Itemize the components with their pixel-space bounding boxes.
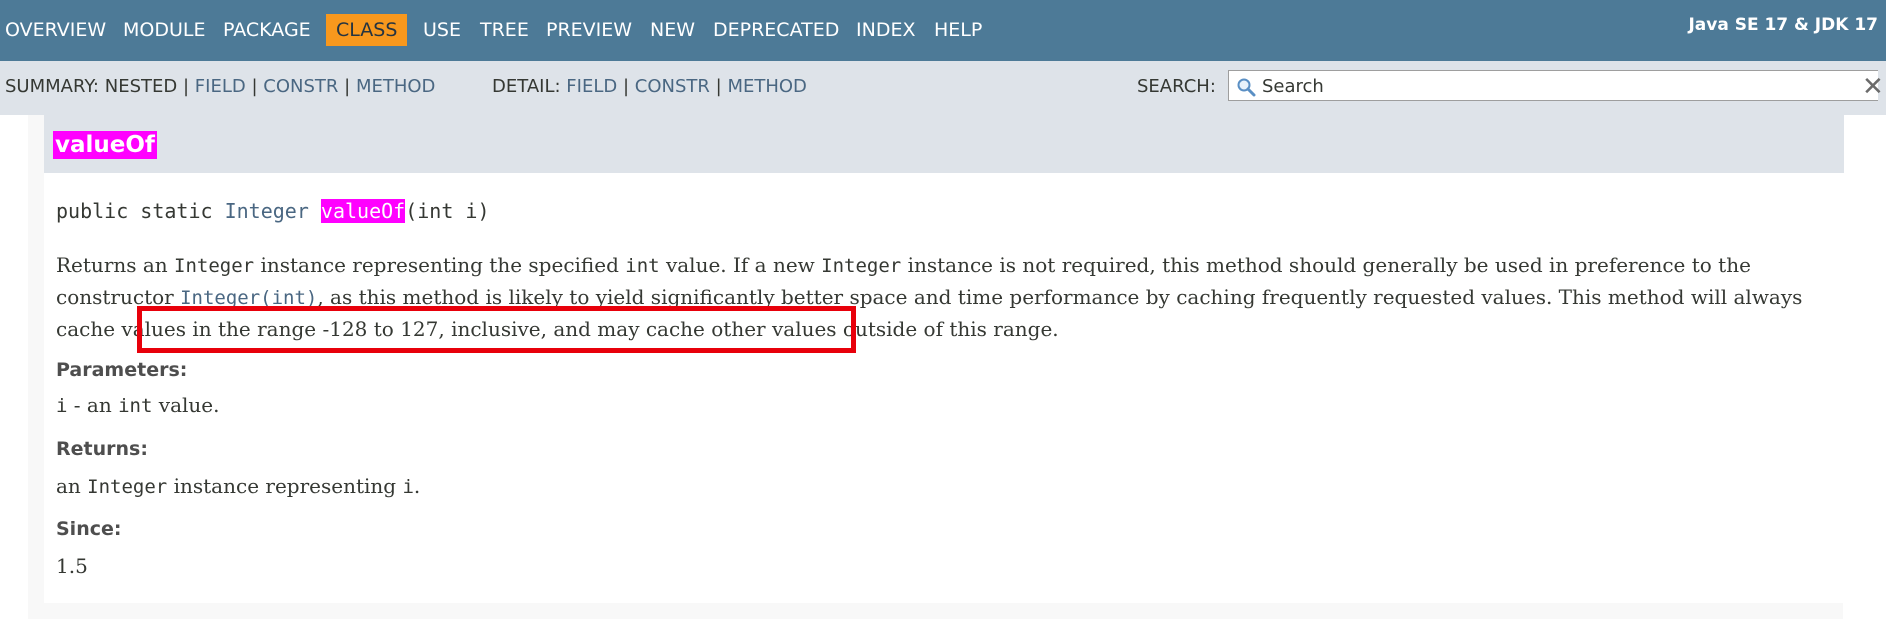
- desc-code: Integer: [821, 255, 902, 277]
- parameter-description: i - an int value.: [56, 393, 219, 417]
- returns-label: Returns:: [56, 438, 148, 460]
- nav-package[interactable]: PACKAGE: [223, 14, 311, 46]
- detail-label: DETAIL:: [492, 76, 561, 97]
- product-title: Java SE 17 & JDK 17: [1688, 15, 1878, 35]
- clear-search-icon[interactable]: ✕: [1862, 72, 1884, 102]
- method-detail-body: [44, 173, 1844, 603]
- desc-code: Integer: [174, 255, 255, 277]
- nav-index[interactable]: INDEX: [856, 14, 915, 46]
- summary-nav: SUMMARY: NESTED | FIELD | CONSTR | METHO…: [5, 76, 435, 97]
- search-input[interactable]: [1228, 70, 1878, 101]
- desc-text: instance representing the specified: [254, 253, 626, 277]
- nav-deprecated[interactable]: DEPRECATED: [713, 14, 839, 46]
- desc-text: value. If a new: [659, 253, 822, 277]
- constructor-link[interactable]: Integer(int): [180, 287, 317, 309]
- detail-field-link[interactable]: FIELD: [566, 76, 617, 97]
- since-label: Since:: [56, 518, 122, 540]
- method-title: valueOf: [53, 131, 157, 159]
- nav-class[interactable]: CLASS: [326, 14, 408, 46]
- nav-new[interactable]: NEW: [650, 14, 695, 46]
- search-placeholder: Search: [1262, 76, 1324, 97]
- detail-nav: DETAIL: FIELD | CONSTR | METHOD: [492, 76, 807, 97]
- returns-code: Integer: [87, 476, 168, 498]
- desc-text: Returns an: [56, 253, 175, 277]
- separator: |: [251, 76, 258, 97]
- detail-constr-link[interactable]: CONSTR: [635, 76, 710, 97]
- nav-help[interactable]: HELP: [934, 14, 982, 46]
- separator: |: [622, 76, 630, 97]
- parameters-label: Parameters:: [56, 359, 188, 381]
- separator: |: [715, 76, 722, 97]
- nav-overview[interactable]: OVERVIEW: [5, 14, 106, 46]
- summary-field-link[interactable]: FIELD: [195, 76, 246, 97]
- summary-label: SUMMARY:: [5, 76, 99, 97]
- param-sep: - an: [67, 393, 119, 417]
- nav-tree[interactable]: TREE: [480, 14, 529, 46]
- nav-preview[interactable]: PREVIEW: [546, 14, 632, 46]
- separator: |: [182, 76, 190, 97]
- nav-module[interactable]: MODULE: [123, 14, 205, 46]
- search-icon: [1237, 78, 1256, 97]
- signature-params: (int i): [405, 199, 490, 223]
- method-detail-header: [44, 115, 1844, 173]
- returns-code: i: [402, 476, 414, 498]
- method-description: Returns an Integer instance representing…: [56, 250, 1826, 345]
- param-name: i: [56, 395, 68, 417]
- signature-modifiers: public static: [56, 199, 225, 223]
- method-signature: public static Integer valueOf(int i): [56, 199, 490, 223]
- returns-text: an: [56, 474, 88, 498]
- summary-method-link[interactable]: METHOD: [356, 76, 435, 97]
- desc-text: , as this method is likely to yield sign…: [56, 285, 1803, 341]
- summary-constr-link[interactable]: CONSTR: [263, 76, 338, 97]
- summary-nested: NESTED: [104, 76, 178, 97]
- detail-method-link[interactable]: METHOD: [727, 76, 806, 97]
- returns-text: instance representing: [167, 474, 403, 498]
- search-label: SEARCH:: [1137, 76, 1216, 97]
- desc-code: int: [625, 255, 660, 277]
- returns-description: an Integer instance representing i.: [56, 474, 420, 498]
- signature-method-name: valueOf: [320, 199, 406, 223]
- separator: |: [344, 76, 351, 97]
- since-value: 1.5: [56, 554, 88, 578]
- nav-use[interactable]: USE: [423, 14, 461, 46]
- returns-text: .: [413, 474, 421, 498]
- top-navigation-bar: OVERVIEW MODULE PACKAGE CLASS USE TREE P…: [0, 0, 1886, 61]
- param-desc: value.: [152, 393, 220, 417]
- signature-return-type-link[interactable]: Integer: [225, 199, 309, 223]
- param-code: int: [118, 395, 153, 417]
